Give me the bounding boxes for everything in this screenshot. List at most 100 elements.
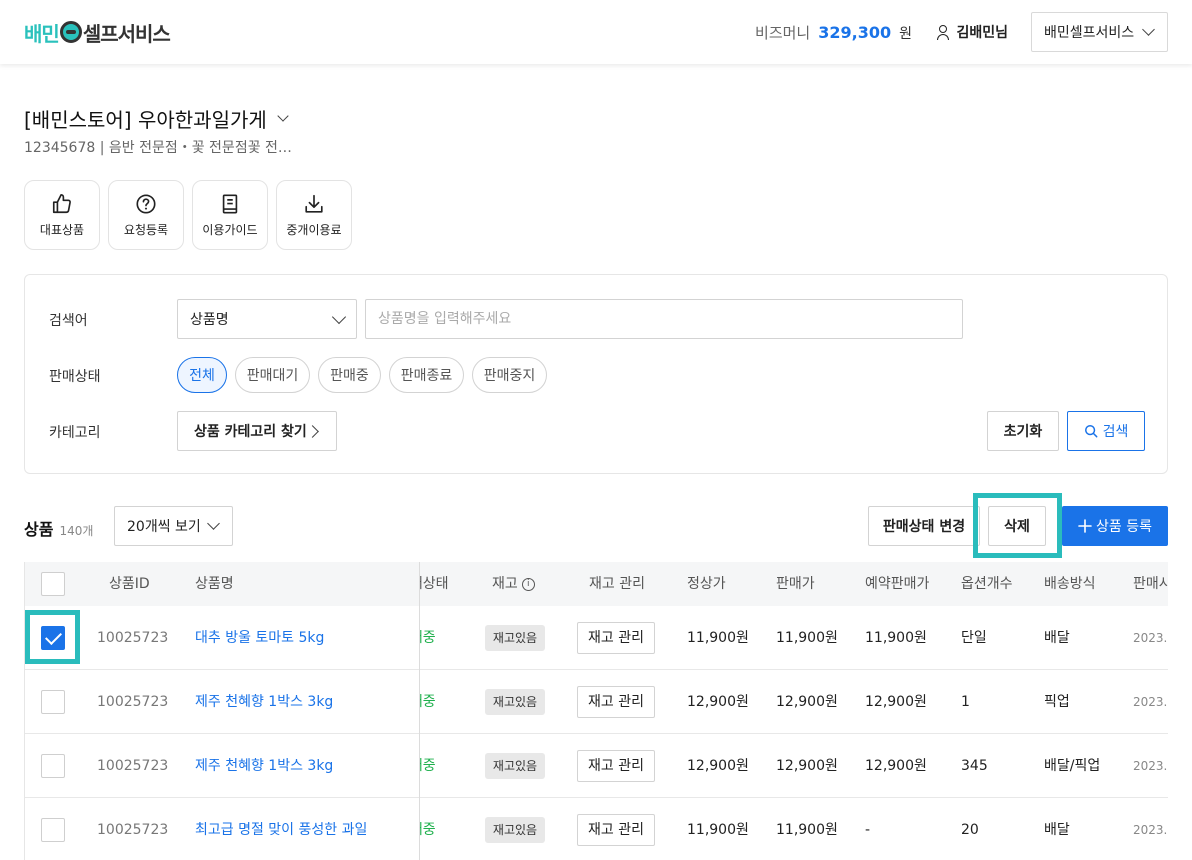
user-name: 김배민님 [956, 25, 1008, 41]
header-product-id: 상품ID [109, 576, 150, 592]
search-button-label: 검색 [1102, 424, 1129, 440]
quick-menu-label: 요청등록 [123, 223, 169, 237]
chevron-down-icon [331, 309, 347, 325]
search-field-select[interactable]: 상품명 [177, 299, 357, 339]
cell-regular-price: 11,900원 [687, 630, 749, 646]
cell-sale-status: 판매중 [397, 822, 436, 838]
row-checkbox[interactable] [41, 754, 65, 778]
cell-product-name[interactable]: 최고급 명절 맞이 풍성한 과일 [195, 798, 367, 860]
cell-regular-price: 12,900원 [687, 758, 749, 774]
question-icon [136, 194, 156, 214]
logo-text-brand: 배민 [24, 21, 60, 46]
download-icon [305, 194, 323, 213]
cell-sale-start: 2023. 12. 01 [1133, 695, 1168, 709]
header-sale-price: 판매가 [776, 576, 815, 592]
header-delivery: 배송방식 [1044, 576, 1096, 592]
service-select-value: 배민셀프서비스 [1044, 25, 1135, 41]
store-name: [배민스토어] 우아한과일가게 [24, 108, 267, 132]
cell-reserve-price: 12,900원 [865, 694, 927, 710]
row-checkbox[interactable] [41, 690, 65, 714]
cell-sale-start: 2023. 12. 01 [1133, 631, 1168, 645]
cell-product-id: 10025723 [97, 630, 169, 646]
status-chip-ended[interactable]: 판매종료 [389, 357, 464, 393]
quick-menu-label: 이용가이드 [202, 223, 258, 237]
cell-sale-price: 11,900원 [776, 822, 838, 838]
products-title: 상품 140개 [24, 516, 93, 540]
cell-delivery: 픽업 [1044, 694, 1070, 710]
cell-sale-status: 판매중 [397, 630, 436, 646]
status-chip-waiting[interactable]: 판매대기 [235, 357, 310, 393]
info-icon[interactable]: i [521, 577, 535, 591]
page-size-select[interactable]: 20개씩 보기 [114, 506, 233, 546]
header-stock-manage: 재고 관리 [589, 576, 645, 592]
status-chip-on-sale[interactable]: 판매중 [318, 357, 381, 393]
select-all-checkbox[interactable] [41, 572, 65, 596]
cell-product-id: 10025723 [97, 758, 169, 774]
user-icon [936, 25, 950, 40]
stock-manage-button[interactable]: 재고 관리 [577, 750, 655, 782]
quick-menu-label: 중개이용료 [286, 223, 342, 237]
cell-regular-price: 12,900원 [687, 694, 749, 710]
quick-menu-guide[interactable]: 이용가이드 [192, 180, 268, 250]
stock-manage-button[interactable]: 재고 관리 [577, 814, 655, 846]
cell-reserve-price: 11,900원 [865, 630, 927, 646]
page-size-value: 20개씩 보기 [127, 519, 201, 535]
reset-button[interactable]: 초기화 [987, 411, 1059, 451]
quick-menu-fee[interactable]: 중개이용료 [276, 180, 352, 250]
search-button[interactable]: 검색 [1067, 411, 1145, 451]
frozen-column-divider [419, 562, 420, 860]
status-label: 판매상태 [49, 369, 101, 385]
cell-options-count: 1 [961, 694, 970, 710]
logo[interactable]: 배민 셀프서비스 [24, 18, 171, 46]
quick-menu-label: 대표상품 [39, 223, 85, 237]
row-checkbox[interactable] [41, 818, 65, 842]
cell-delivery: 배달 [1044, 822, 1070, 838]
cell-sale-status: 판매중 [397, 694, 436, 710]
change-status-button[interactable]: 판매상태 변경 [868, 506, 980, 546]
cell-product-name[interactable]: 제주 천혜향 1박스 3kg [195, 734, 333, 798]
cell-options-count: 단일 [961, 630, 987, 646]
table-row[interactable]: 10025723 제주 천혜향 1박스 3kg 판매중 12,900원 12,900원 1… [25, 670, 1168, 734]
category-find-button[interactable]: 상품 카테고리 찾기 [177, 411, 337, 451]
stock-badge: 재고있음 [485, 689, 545, 715]
stock-badge: 재고있음 [485, 817, 545, 843]
status-chip-all[interactable]: 전체 [177, 357, 227, 393]
chevron-down-icon [277, 109, 289, 122]
search-input[interactable] [365, 299, 963, 339]
status-chip-stopped[interactable]: 판매중지 [472, 357, 547, 393]
service-select[interactable]: 배민셀프서비스 [1031, 12, 1168, 52]
cell-options-count: 345 [961, 758, 988, 774]
table-row[interactable]: 10025723 최고급 명절 맞이 풍성한 과일 판매중 11,900원 11,900… [25, 798, 1168, 860]
header-regular-price: 정상가 [687, 576, 726, 592]
checkbox-highlight-box [25, 610, 80, 664]
table-row[interactable]: 10025723 제주 천혜향 1박스 3kg 판매중 12,900원 12,900원 1… [25, 734, 1168, 798]
header-product-name: 상품명 [195, 576, 234, 592]
cell-delivery: 배달 [1044, 630, 1070, 646]
book-icon [222, 194, 238, 214]
cell-product-name[interactable]: 제주 천혜향 1박스 3kg [195, 670, 333, 734]
stock-manage-button[interactable]: 재고 관리 [577, 686, 655, 718]
cell-reserve-price: - [865, 822, 871, 838]
cell-product-name[interactable]: 대추 방울 토마토 5kg [195, 606, 324, 670]
table-row[interactable]: 10025723 대추 방울 토마토 5kg 판매중 11,900원 11,900원 11… [25, 606, 1168, 670]
delete-button[interactable]: 삭제 [988, 506, 1046, 546]
quick-menu-featured[interactable]: 대표상품 [24, 180, 100, 250]
store-title[interactable]: [배민스토어] 우아한과일가게 [24, 104, 289, 133]
cell-product-id: 10025723 [97, 822, 169, 838]
cell-sale-price: 12,900원 [776, 758, 838, 774]
cell-product-id: 10025723 [97, 694, 169, 710]
quick-menu-request[interactable]: 요청등록 [108, 180, 184, 250]
stock-badge: 재고있음 [485, 625, 545, 651]
cell-reserve-price: 12,900원 [865, 758, 927, 774]
bizmoney[interactable]: 비즈머니 329,300 원 [755, 22, 912, 43]
logo-text-service: 셀프서비스 [82, 21, 171, 46]
thumbs-up-icon [52, 194, 71, 214]
header-reserve-price: 예약판매가 [865, 576, 930, 592]
header-stock: 재고 i [492, 562, 535, 606]
plus-icon [1078, 519, 1092, 533]
cell-sale-price: 11,900원 [776, 630, 838, 646]
stock-manage-button[interactable]: 재고 관리 [577, 622, 655, 654]
add-product-button[interactable]: 상품 등록 [1062, 506, 1168, 546]
cell-sale-start: 2023. 12. 01 [1133, 823, 1168, 837]
user-menu[interactable]: 김배민님 [936, 22, 1008, 42]
